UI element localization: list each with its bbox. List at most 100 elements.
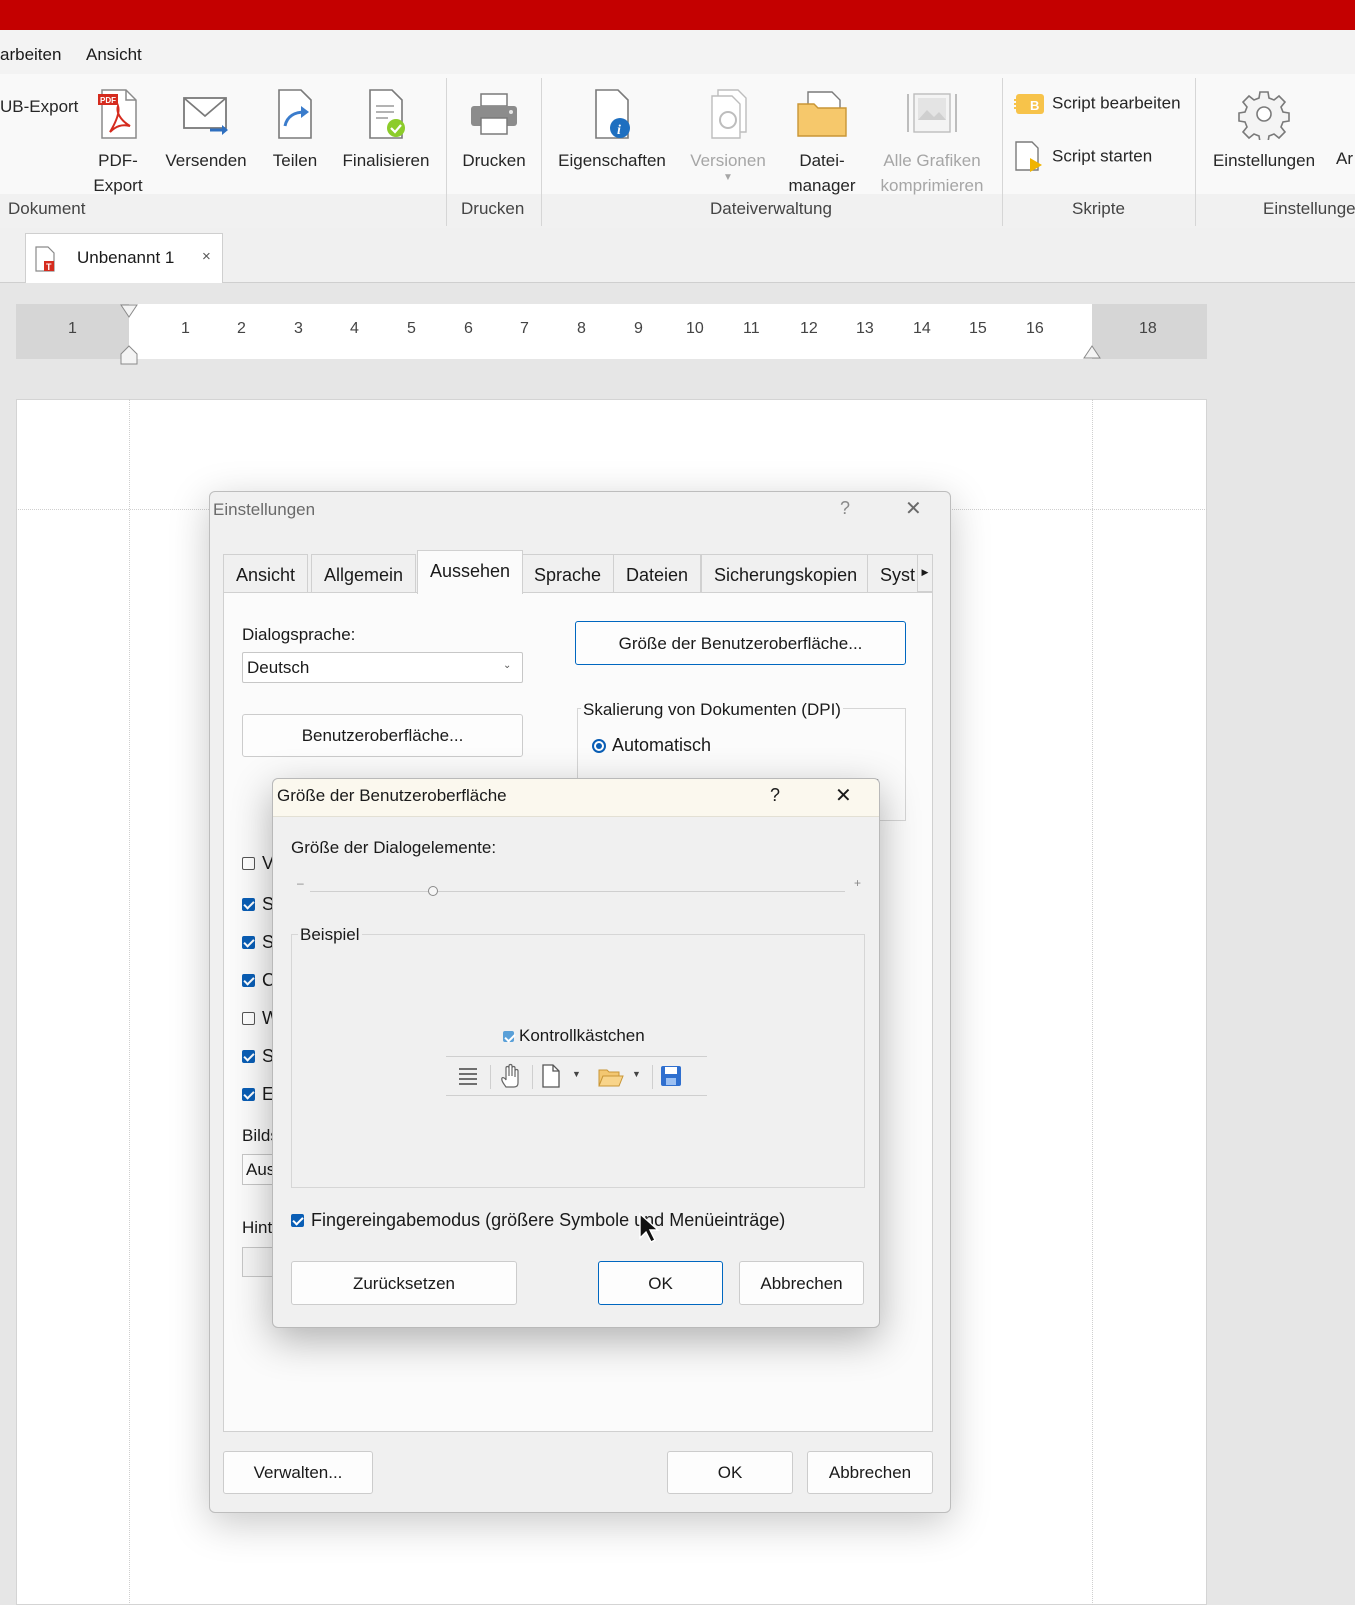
- tab-system[interactable]: Syst: [867, 554, 921, 592]
- teilen-label: Teilen: [272, 151, 318, 170]
- save-icon[interactable]: [660, 1065, 682, 1087]
- script-bearbeiten-label: Script bearbeiten: [1052, 93, 1181, 113]
- tab-aussehen[interactable]: Aussehen: [417, 550, 524, 594]
- document-icon: T: [35, 246, 55, 272]
- chevron-down-icon[interactable]: ▼: [572, 1069, 581, 1079]
- epub-export-button[interactable]: UB-Export: [0, 94, 78, 119]
- ruler-label: 1: [68, 320, 77, 337]
- svg-text:PDF: PDF: [100, 96, 116, 105]
- indent-marker-bottom[interactable]: [120, 345, 138, 370]
- versenden-button[interactable]: Versenden: [163, 88, 249, 173]
- menu-lines-icon[interactable]: [458, 1067, 478, 1085]
- option-checkbox[interactable]: [242, 857, 255, 870]
- ruler-label: 11: [743, 320, 760, 337]
- menu-item-ansicht[interactable]: Ansicht: [86, 45, 142, 65]
- settings-ok-button[interactable]: OK: [667, 1451, 793, 1494]
- tab-ansicht[interactable]: Ansicht: [223, 554, 309, 592]
- tab-dateien[interactable]: Dateien: [613, 554, 702, 592]
- ruler-label: 7: [520, 320, 529, 337]
- slider-plus-label: +: [854, 876, 862, 890]
- einstellungen-label: Einstellungen: [1212, 151, 1316, 170]
- tab-sprache[interactable]: Sprache: [521, 554, 615, 592]
- help-icon[interactable]: ?: [770, 785, 780, 806]
- printer-icon: [471, 93, 517, 135]
- script-starten-button[interactable]: Script starten: [1012, 140, 1152, 174]
- versionen-button[interactable]: Versionen ▼: [683, 88, 773, 183]
- menu-bar: arbeiten Ansicht: [0, 30, 1355, 74]
- automatisch-radio[interactable]: [592, 739, 606, 753]
- ruler-label: 12: [800, 320, 818, 337]
- dialogsprache-value: Deutsch: [247, 658, 310, 677]
- finalisieren-button[interactable]: Finalisieren: [341, 88, 431, 173]
- cut-off-ribbon-button[interactable]: Ar: [1336, 146, 1353, 171]
- script-starten-label: Script starten: [1052, 146, 1153, 166]
- ui-size-cancel-button[interactable]: Abbrechen: [739, 1261, 864, 1305]
- ruler-label: 16: [1026, 320, 1044, 337]
- option-checkbox[interactable]: [242, 1088, 255, 1101]
- dateimanager-label-1: Datei-: [799, 151, 845, 170]
- margin-guide-left: [129, 399, 130, 1605]
- document-tab[interactable]: T Unbenannt 1 ×: [25, 233, 223, 283]
- option-checkbox[interactable]: [242, 936, 255, 949]
- ruler-labels: 1 1 2 3 4 5 6 7 8 9 10 11 12 13 14 15 16…: [0, 320, 1355, 340]
- eigenschaften-button[interactable]: i Eigenschaften: [553, 88, 671, 173]
- dateimanager-button[interactable]: Datei- manager: [784, 88, 860, 198]
- slider-minus-label: –: [297, 876, 304, 890]
- close-icon[interactable]: ✕: [835, 783, 852, 808]
- mouse-cursor-icon: [639, 1212, 660, 1243]
- option-checkbox[interactable]: [242, 1050, 255, 1063]
- group-label-drucken: Drucken: [461, 199, 525, 218]
- settings-dialog-title: Einstellungen: [213, 500, 316, 519]
- cut-off-ribbon-label: Ar: [1336, 149, 1353, 168]
- reset-button[interactable]: Zurücksetzen: [291, 1261, 517, 1305]
- svg-text:i: i: [617, 123, 621, 138]
- settings-cancel-button[interactable]: Abbrechen: [807, 1451, 933, 1494]
- benutzeroberflaeche-button[interactable]: Benutzeroberfläche...: [242, 714, 523, 757]
- ui-size-ok-button[interactable]: OK: [598, 1261, 723, 1305]
- close-icon[interactable]: ×: [202, 248, 211, 265]
- epub-export-label: UB-Export: [0, 97, 79, 116]
- help-icon[interactable]: ?: [840, 498, 850, 519]
- hint-label: Hint: [242, 1218, 273, 1237]
- hand-icon[interactable]: [500, 1063, 522, 1089]
- verwalten-button[interactable]: Verwalten...: [223, 1451, 373, 1494]
- grafiken-komprimieren-button[interactable]: Alle Grafiken komprimieren: [872, 88, 992, 198]
- option-checkbox[interactable]: [242, 974, 255, 987]
- ruler-label: 6: [464, 320, 473, 337]
- ribbon-group-bar: [0, 194, 1355, 228]
- dialogsprache-select[interactable]: Deutsch ⌄: [242, 652, 523, 683]
- dialog-size-slider[interactable]: [310, 885, 845, 899]
- ruler-label: 8: [577, 320, 586, 337]
- new-document-icon[interactable]: [542, 1064, 560, 1088]
- folder-icon: [797, 91, 847, 137]
- teilen-button[interactable]: Teilen: [264, 88, 326, 173]
- example-checkbox-label: Kontrollkästchen: [519, 1026, 645, 1045]
- option-checkbox[interactable]: [242, 898, 255, 911]
- drucken-button[interactable]: Drucken: [456, 88, 532, 173]
- groesse-benutzeroberflaeche-button[interactable]: Größe der Benutzeroberfläche...: [575, 621, 906, 665]
- ruler-label: 3: [294, 320, 303, 337]
- option-checkbox[interactable]: [242, 1012, 255, 1025]
- touch-mode-checkbox[interactable]: [291, 1214, 304, 1227]
- chevron-down-icon: ▼: [723, 172, 733, 183]
- tab-allgemein[interactable]: Allgemein: [311, 554, 417, 592]
- slider-thumb[interactable]: [428, 886, 439, 896]
- open-folder-icon[interactable]: [598, 1066, 624, 1088]
- dialogsprache-label: Dialogsprache:: [242, 625, 356, 644]
- close-icon[interactable]: ✕: [905, 496, 922, 521]
- right-indent-marker[interactable]: [1083, 345, 1101, 364]
- tab-sicherungskopien[interactable]: Sicherungskopien: [701, 554, 871, 592]
- ruler-label: 4: [350, 320, 359, 337]
- svg-text:B: B: [1030, 98, 1039, 113]
- pdf-export-button[interactable]: PDF PDF- Export: [88, 88, 148, 198]
- bilds-value: Aus: [246, 1160, 276, 1179]
- compress-images-icon: [907, 93, 957, 133]
- tab-scroll-right-icon[interactable]: ▶: [917, 554, 933, 592]
- example-checkbox[interactable]: [503, 1031, 514, 1042]
- menu-item-bearbeiten[interactable]: arbeiten: [0, 45, 61, 65]
- chevron-down-icon: ⌄: [503, 660, 512, 671]
- chevron-down-icon[interactable]: ▼: [632, 1069, 641, 1079]
- window-title-bar: [0, 0, 1355, 30]
- script-bearbeiten-button[interactable]: B Script bearbeiten: [1012, 90, 1181, 118]
- einstellungen-button[interactable]: Einstellungen: [1206, 88, 1322, 173]
